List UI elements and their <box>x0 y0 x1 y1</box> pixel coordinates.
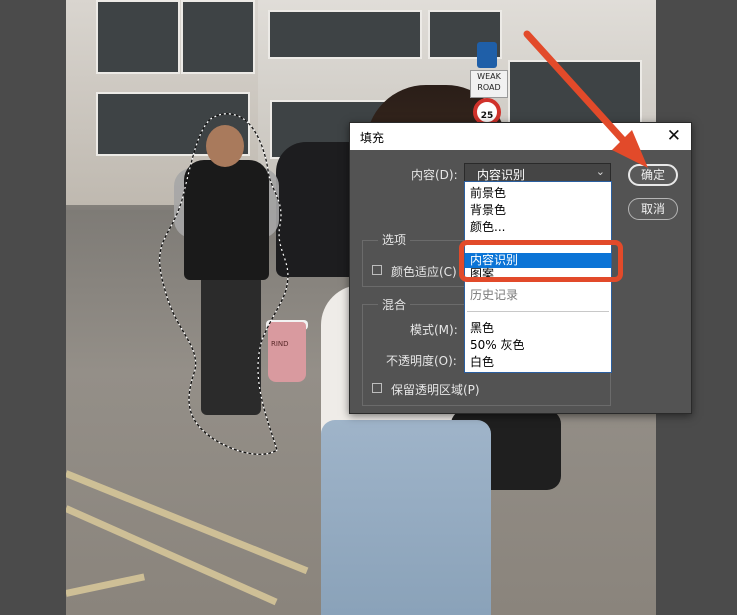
dropdown-item-background[interactable]: 背景色 <box>465 203 611 218</box>
dropdown-separator <box>467 242 609 243</box>
dropdown-item-color[interactable]: 颜色... <box>465 220 611 235</box>
dialog-titlebar[interactable]: 填充 ✕ <box>350 123 691 150</box>
close-icon[interactable]: ✕ <box>667 126 681 146</box>
preserve-transparency-checkbox[interactable] <box>372 383 382 393</box>
dropdown-separator <box>467 311 609 312</box>
blend-group-title: 混合 <box>378 296 411 313</box>
dropdown-item-black[interactable]: 黑色 <box>465 321 611 336</box>
chevron-down-icon: ⌄ <box>595 165 605 178</box>
dialog-title: 填充 <box>360 131 385 145</box>
content-dropdown-list: 前景色 背景色 颜色... 内容识别 图案 历史记录 黑色 50% 灰色 白色 <box>464 181 612 373</box>
content-select[interactable]: 内容识别 ⌄ <box>464 163 611 182</box>
mode-label: 模式(M): <box>410 323 458 337</box>
ok-button[interactable]: 确定 <box>628 164 678 186</box>
options-group-title: 选项 <box>378 231 411 248</box>
opacity-label: 不透明度(O): <box>386 354 457 368</box>
dropdown-item-white[interactable]: 白色 <box>465 355 611 370</box>
cancel-button[interactable]: 取消 <box>628 198 678 220</box>
dropdown-item-foreground[interactable]: 前景色 <box>465 186 611 201</box>
color-adapt-label: 颜色适应(C) <box>391 265 457 279</box>
dropdown-item-content-aware[interactable]: 内容识别 <box>465 253 611 268</box>
content-label: 内容(D): <box>411 168 458 182</box>
dropdown-item-gray[interactable]: 50% 灰色 <box>465 338 611 353</box>
preserve-transparency-label: 保留透明区域(P) <box>391 383 480 397</box>
color-adapt-checkbox[interactable] <box>372 265 382 275</box>
dropdown-item-history: 历史记录 <box>470 288 519 302</box>
dropdown-item-pattern[interactable]: 图案 <box>465 267 611 278</box>
